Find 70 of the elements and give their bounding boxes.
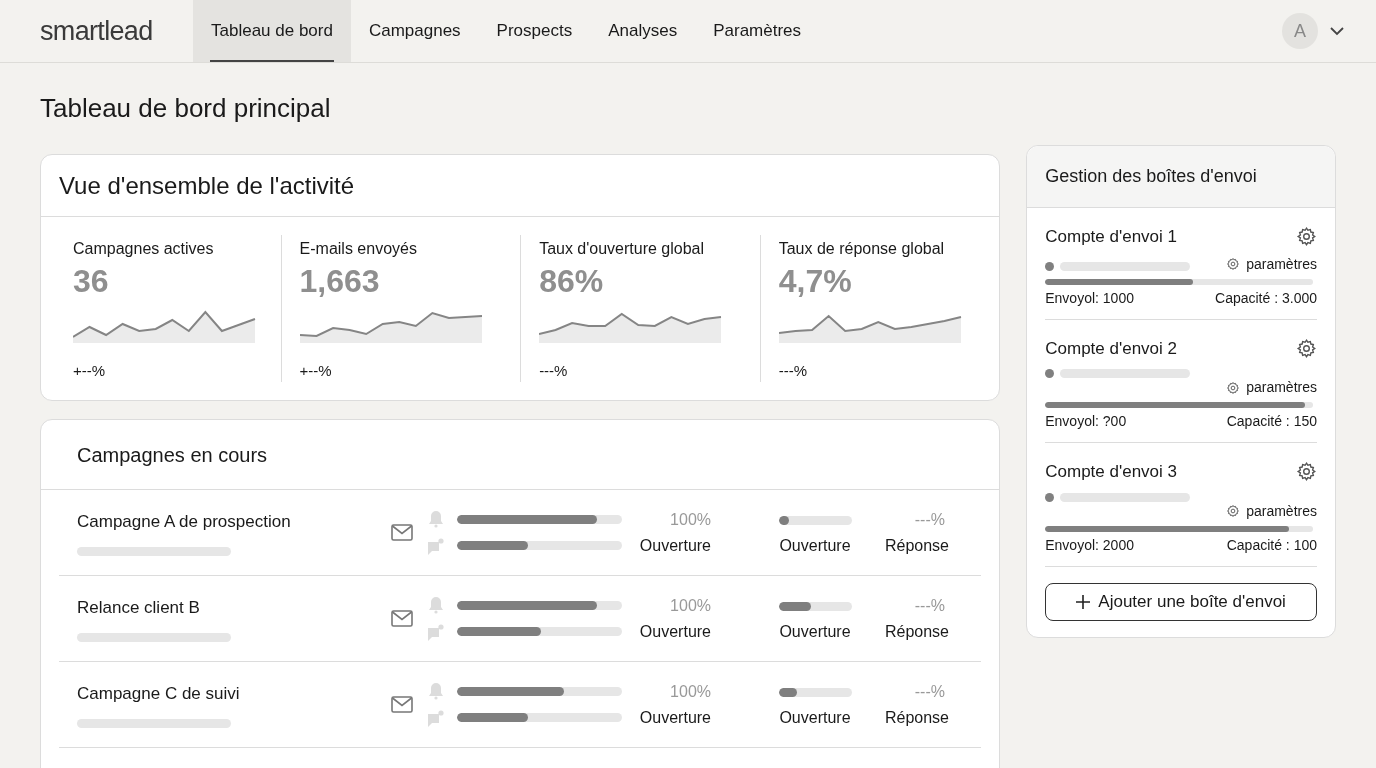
plus-icon	[1076, 594, 1091, 609]
chat-icon	[427, 709, 445, 728]
metric-label: Réponse	[884, 621, 949, 642]
capacity-text: Capacité : 100	[1226, 535, 1317, 555]
nav-tab[interactable]: Campagnes	[350, 0, 479, 62]
settings-link[interactable]: paramètres	[1226, 377, 1317, 398]
add-mailbox-button[interactable]: Ajouter une boîte d'envoi	[1045, 582, 1317, 621]
metric-label: Ouverture	[779, 621, 851, 642]
campaign-name[interactable]: Campagne A de prospection	[77, 509, 391, 535]
reply-rate: ---%	[914, 509, 945, 530]
stat-label: Taux d'ouverture global	[539, 239, 706, 259]
open-rate: 100%	[670, 681, 711, 702]
nav-tab[interactable]: Analyses	[590, 0, 696, 62]
metric-label: Ouverture	[639, 535, 711, 556]
mail-icon	[391, 524, 413, 541]
open-rate: 100%	[670, 595, 711, 616]
settings-link[interactable]: paramètres	[1226, 500, 1317, 522]
stat-change: +--%	[73, 361, 107, 381]
stat-value: 1,663	[299, 262, 381, 301]
logo: smartlead	[40, 14, 154, 48]
stat-label: E-mails envoyés	[299, 239, 418, 259]
stat-value: 86%	[539, 262, 605, 301]
capacity-text: Capacité : 3.000	[1215, 288, 1317, 308]
mail-icon	[391, 696, 413, 713]
stat-label: Campagnes actives	[73, 239, 215, 259]
nav-tab[interactable]: Prospects	[478, 0, 591, 62]
account-name: Compte d'envoi 2	[1045, 337, 1178, 360]
bell-icon	[427, 595, 445, 614]
settings-icon	[1296, 337, 1317, 359]
nav-tab[interactable]: Paramètres	[695, 0, 820, 62]
campaign-name[interactable]: Campagne C de suivi	[77, 681, 391, 707]
account-name: Compte d'envoi 1	[1045, 226, 1178, 248]
settings-icon	[1226, 380, 1241, 395]
page-title: Tableau de bord principal	[40, 92, 332, 125]
card-title: Vue d'ensemble de l'activité	[59, 170, 355, 201]
metric-label: Ouverture	[779, 535, 851, 556]
bell-icon	[427, 681, 445, 700]
settings-icon	[1226, 504, 1241, 518]
metric-label: Réponse	[884, 535, 949, 556]
stat-change: +--%	[299, 361, 333, 381]
card-title: Campagnes en cours	[77, 442, 268, 468]
reply-rate: ---%	[914, 595, 945, 616]
settings-link[interactable]: paramètres	[1226, 253, 1317, 275]
sent-count: Envoyol: 2000	[1045, 535, 1134, 555]
account-name: Compte d'envoi 3	[1045, 461, 1178, 483]
chat-icon	[427, 537, 445, 556]
stat-change: ---%	[778, 361, 808, 381]
metric-label: Ouverture	[639, 621, 711, 642]
settings-icon	[1296, 226, 1317, 248]
nav-tab[interactable]: Tableau de bord	[193, 0, 351, 62]
stat-value: 4,7%	[778, 262, 853, 301]
chevron-down-icon[interactable]	[1330, 26, 1344, 36]
sent-count: Envoyol: ?00	[1045, 412, 1127, 431]
stat-label: Taux de réponse global	[778, 239, 946, 259]
reply-rate: ---%	[914, 681, 945, 702]
metric-label: Ouverture	[639, 707, 711, 728]
sent-count: Envoyol: 1000	[1045, 288, 1134, 308]
chat-icon	[427, 623, 445, 642]
stat-change: ---%	[539, 361, 569, 381]
bell-icon	[427, 509, 445, 528]
metric-label: Ouverture	[779, 707, 851, 728]
capacity-text: Capacité : 150	[1226, 412, 1317, 431]
panel-title: Gestion des boîtes d'envoi	[1045, 165, 1257, 188]
settings-icon	[1296, 461, 1317, 483]
mail-icon	[391, 610, 413, 627]
settings-icon	[1226, 257, 1241, 271]
metric-label: Réponse	[884, 707, 949, 728]
open-rate: 100%	[670, 509, 711, 530]
campaign-name[interactable]: Relance client B	[77, 595, 391, 621]
stat-value: 36	[73, 262, 110, 301]
